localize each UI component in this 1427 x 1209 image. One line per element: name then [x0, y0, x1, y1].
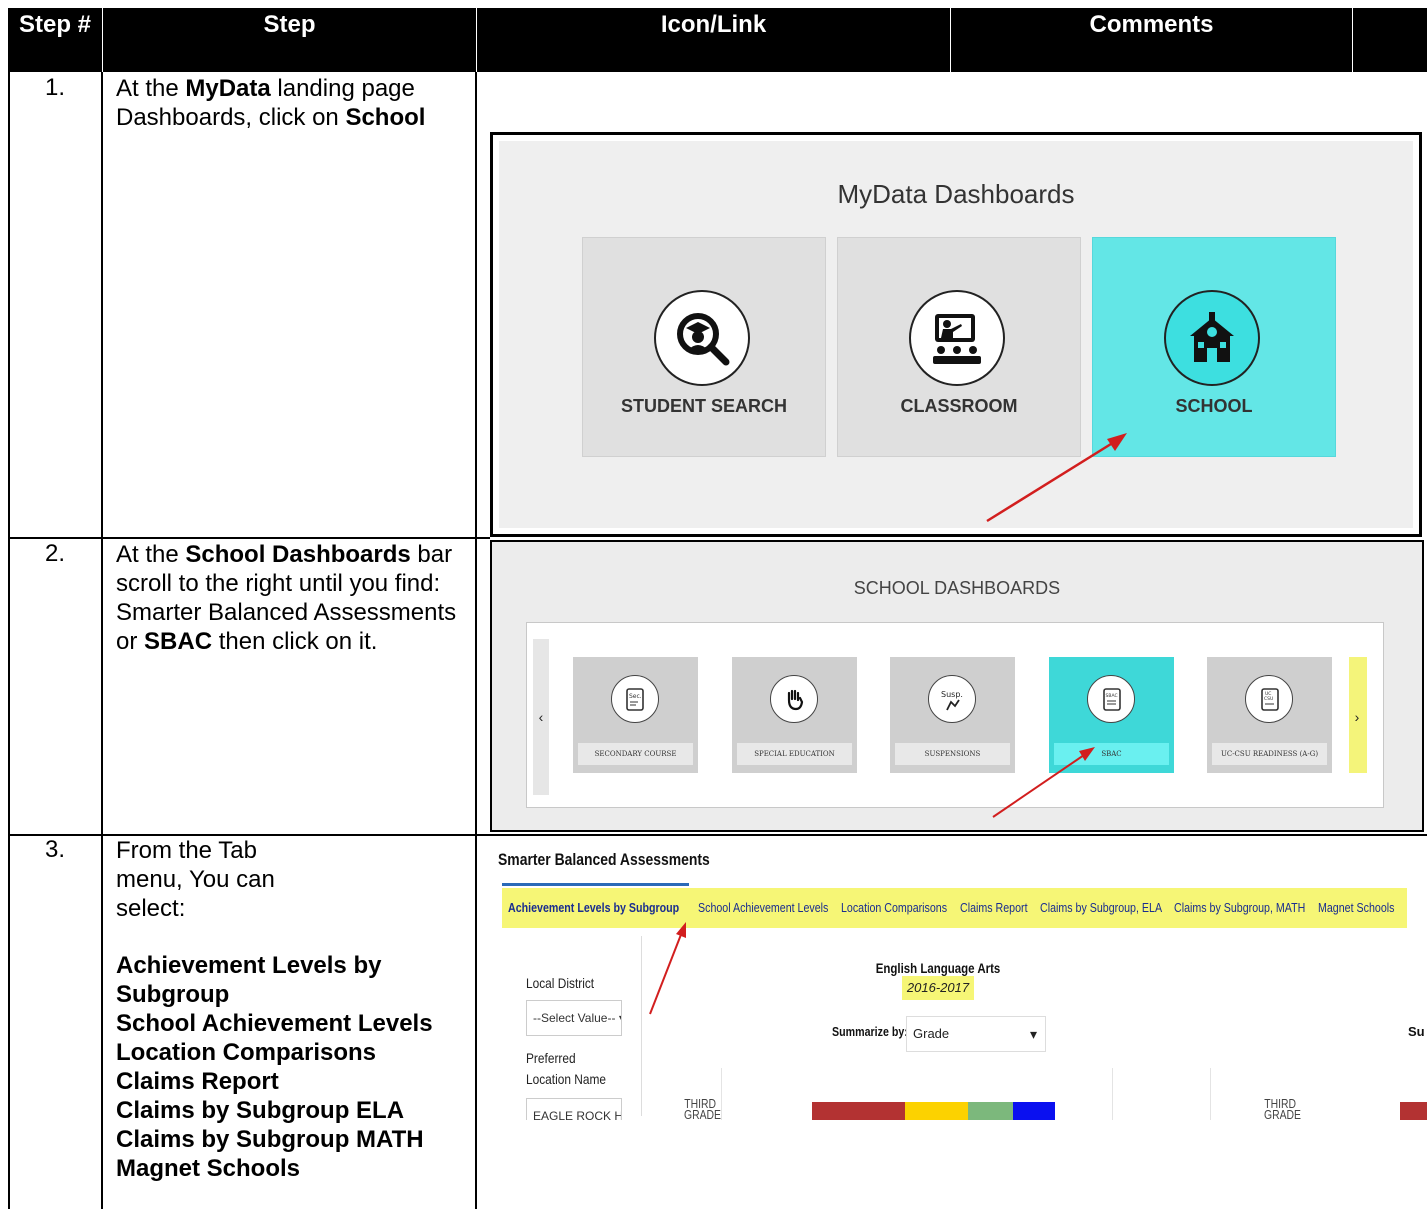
school-icon [1164, 290, 1260, 386]
table-border-left [8, 72, 10, 1209]
sbac-screenshot: Smarter Balanced Assessments Achievement… [490, 840, 1427, 1120]
carousel-prev-button[interactable]: ‹ [533, 639, 549, 795]
school-dashboards-screenshot: SCHOOL DASHBOARDS ‹ Sec. SECONDARY COURS… [490, 540, 1424, 832]
preferred-location-label: Location Name [526, 1071, 607, 1087]
active-tab-indicator [502, 883, 689, 886]
tab-magnet-schools[interactable]: Magnet Schools [1318, 888, 1394, 928]
dashboard-title: MyData Dashboards [837, 179, 1075, 209]
option-magnet-schools: Magnet Schools [116, 1155, 301, 1182]
grade-label: THIRD GRADE [1264, 1096, 1301, 1120]
student-search-tile[interactable]: STUDENT SEARCH [582, 237, 826, 457]
svg-text:CSU: CSU [1264, 696, 1273, 702]
tile-label: CLASSROOM [900, 396, 1018, 416]
svg-text:Sec.: Sec. [629, 693, 642, 700]
hand-icon [770, 675, 818, 723]
step-number: 1. [44, 74, 65, 101]
summarize-label: Summarize by: [832, 1024, 908, 1039]
grade-label: THIRD GRADE [684, 1096, 721, 1120]
table-divider [475, 72, 477, 1209]
tile-label: SPECIAL EDUCATION [737, 743, 852, 765]
step-text: At the School Dashboards bar scroll to t… [116, 541, 457, 655]
secondary-course-icon: Sec. [611, 675, 659, 723]
header-blank [1352, 8, 1427, 72]
dashboard-carousel: ‹ Sec. SECONDARY COURSE SPECIAL EDUCATIO… [526, 622, 1384, 818]
local-district-select[interactable]: --Select Value-- ▾ [526, 1000, 622, 1036]
table-divider [101, 72, 103, 1209]
uc-csu-icon: UC CSU [1245, 675, 1293, 723]
tab-location-comparisons[interactable]: Location Comparisons [841, 888, 947, 928]
year-badge: 2016-2017 [902, 976, 974, 1000]
grid-line [721, 1068, 722, 1120]
option-claims-math: Claims by Subgroup MATH [116, 1126, 424, 1153]
summarize-select[interactable]: Grade ▾ [906, 1016, 1046, 1052]
tile-label: SCHOOL [1175, 396, 1253, 416]
option-claims-report: Claims Report [116, 1068, 279, 1095]
header-comments: Comments [950, 8, 1352, 72]
red-arrow-icon [992, 747, 1095, 818]
step-text: From the Tab menu, You can select: Achie… [116, 836, 468, 1183]
school-dashboards-title: SCHOOL DASHBOARDS [853, 578, 1061, 598]
header-step-number: Step # [8, 8, 102, 72]
step-text: At the MyData landing page Dashboards, c… [116, 75, 426, 131]
tab-school-achievement-levels[interactable]: School Achievement Levels [698, 888, 828, 928]
classroom-icon [909, 290, 1005, 386]
achievement-bar-segment [1400, 1102, 1427, 1120]
grid-line [1210, 1068, 1211, 1120]
preferred-location-label: Preferred [526, 1050, 576, 1066]
special-education-tile[interactable]: SPECIAL EDUCATION [732, 657, 857, 773]
svg-text:Susp.: Susp. [941, 690, 963, 699]
tile-label: SECONDARY COURSE [578, 743, 693, 765]
step-number: 2. [44, 540, 65, 567]
option-claims-ela: Claims by Subgroup ELA [116, 1097, 405, 1124]
tab-bar: Achievement Levels by Subgroup School Ac… [502, 888, 1407, 928]
subject-title: English Language Arts [875, 960, 1001, 976]
tile-label: STUDENT SEARCH [620, 396, 787, 416]
svg-text:SBAC: SBAC [1106, 693, 1118, 699]
option-school-achievement: School Achievement Levels [116, 1010, 433, 1037]
red-arrow-icon [986, 433, 1127, 523]
header-icon-link: Icon/Link [476, 8, 950, 72]
local-district-label: Local District [526, 975, 595, 991]
preferred-location-select[interactable]: EAGLE ROCK H ▾ [526, 1098, 622, 1120]
carousel-next-button[interactable]: › [1349, 639, 1365, 795]
achievement-bar-segment [1013, 1102, 1055, 1120]
sbac-page-title: Smarter Balanced Assessments [498, 850, 710, 869]
achievement-bar-segment [905, 1102, 968, 1120]
uc-csu-readiness-tile[interactable]: UC CSU UC-CSU READINESS (A-G) [1207, 657, 1332, 773]
student-search-icon [654, 290, 750, 386]
tab-claims-report[interactable]: Claims Report [960, 888, 1028, 928]
achievement-bar-segment [968, 1102, 1013, 1120]
option-location-comparisons: Location Comparisons [116, 1039, 377, 1066]
step-number: 3. [44, 836, 65, 863]
grid-line [1112, 1068, 1113, 1120]
mydata-dashboards-screenshot: MyData Dashboards STUDENT SEARCH CLASSRO… [490, 132, 1422, 537]
tab-claims-ela[interactable]: Claims by Subgroup, ELA [1040, 888, 1162, 928]
tab-claims-math[interactable]: Claims by Subgroup, MATH [1174, 888, 1305, 928]
row-divider [8, 537, 490, 539]
red-arrow-icon [649, 922, 686, 1015]
dashboard-panel: MyData Dashboards STUDENT SEARCH CLASSRO… [499, 141, 1413, 528]
tile-label: UC-CSU READINESS (A-G) [1212, 743, 1327, 765]
suspensions-icon: Susp. [928, 675, 976, 723]
secondary-course-tile[interactable]: Sec. SECONDARY COURSE [573, 657, 698, 773]
summarize-label-partial: Su [1408, 1024, 1425, 1039]
header-step: Step [102, 8, 476, 72]
achievement-bar-segment [812, 1102, 905, 1120]
option-achievement-levels: Achievement Levels by Subgroup [116, 952, 382, 1008]
